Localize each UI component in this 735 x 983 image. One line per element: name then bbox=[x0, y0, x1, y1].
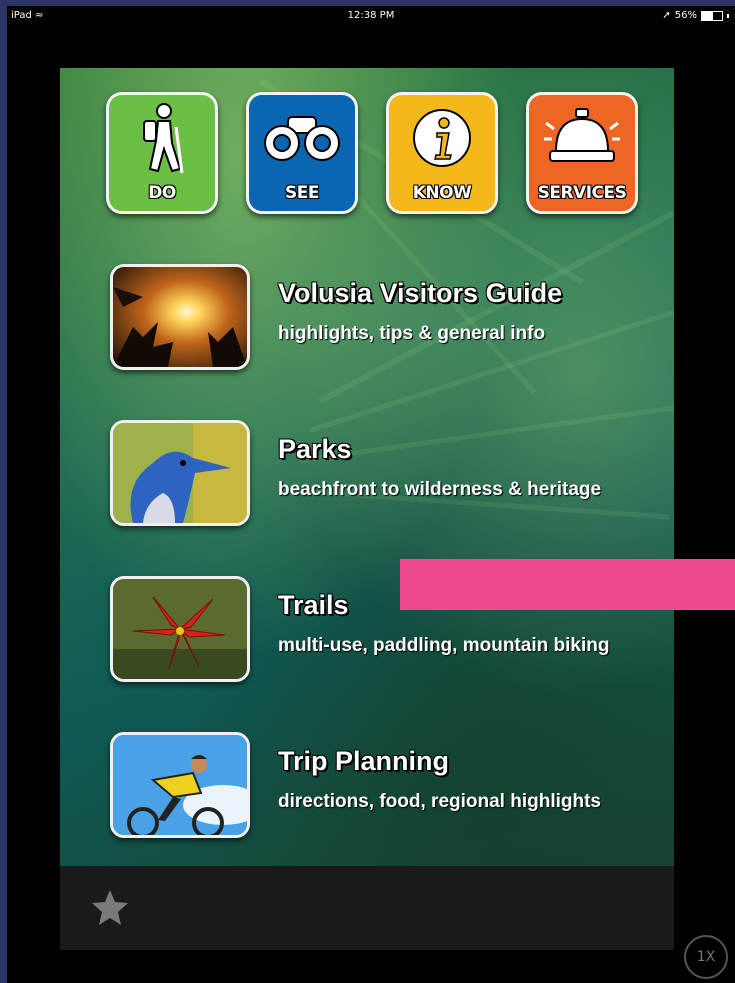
know-label: KNOW bbox=[412, 183, 472, 203]
status-bar: iPad ≈ 12:38 PM ➚ 56% bbox=[7, 6, 735, 28]
do-label: DO bbox=[148, 183, 176, 203]
scrub-jay-photo bbox=[110, 420, 250, 526]
battery-icon bbox=[701, 10, 723, 21]
menu-title: Volusia Visitors Guide bbox=[278, 278, 563, 308]
binoculars-icon bbox=[249, 103, 355, 173]
menu-title: Parks bbox=[278, 434, 352, 464]
services-label: SERVICES bbox=[537, 183, 627, 203]
app-screen: DO SEE KNOW SERVICES Volusia Visitors Gu… bbox=[60, 68, 674, 944]
service-bell-icon bbox=[529, 103, 635, 173]
menu-item-trip-planning[interactable]: Trip Planning directions, food, regional… bbox=[110, 732, 650, 842]
tab-bar bbox=[60, 866, 674, 950]
cyclist-photo bbox=[110, 732, 250, 838]
menu-subtitle: multi-use, paddling, mountain biking bbox=[278, 635, 610, 656]
menu-subtitle: directions, food, regional highlights bbox=[278, 791, 601, 812]
menu-item-visitors-guide[interactable]: Volusia Visitors Guide highlights, tips … bbox=[110, 264, 650, 374]
battery-status: ➚ 56% bbox=[662, 10, 729, 21]
services-button[interactable]: SERVICES bbox=[526, 92, 638, 214]
zoom-toggle-button[interactable]: 1X bbox=[684, 935, 728, 979]
star-icon[interactable] bbox=[90, 888, 130, 933]
menu-item-parks[interactable]: Parks beachfront to wilderness & heritag… bbox=[110, 420, 650, 530]
red-lily-photo bbox=[110, 576, 250, 682]
see-button[interactable]: SEE bbox=[246, 92, 358, 214]
redaction-overlay bbox=[400, 559, 735, 610]
menu-title: Trails bbox=[278, 590, 349, 620]
location-icon: ➚ bbox=[662, 10, 671, 21]
know-button[interactable]: KNOW bbox=[386, 92, 498, 214]
info-icon bbox=[389, 103, 495, 173]
menu-title: Trip Planning bbox=[278, 746, 450, 776]
clock: 12:38 PM bbox=[347, 10, 395, 21]
see-label: SEE bbox=[285, 183, 319, 203]
do-button[interactable]: DO bbox=[106, 92, 218, 214]
menu-subtitle: highlights, tips & general info bbox=[278, 323, 546, 344]
battery-percent: 56% bbox=[674, 10, 697, 21]
menu-subtitle: beachfront to wilderness & heritage bbox=[278, 479, 602, 500]
hiker-icon bbox=[109, 103, 215, 174]
sunset-palm-photo bbox=[110, 264, 250, 370]
